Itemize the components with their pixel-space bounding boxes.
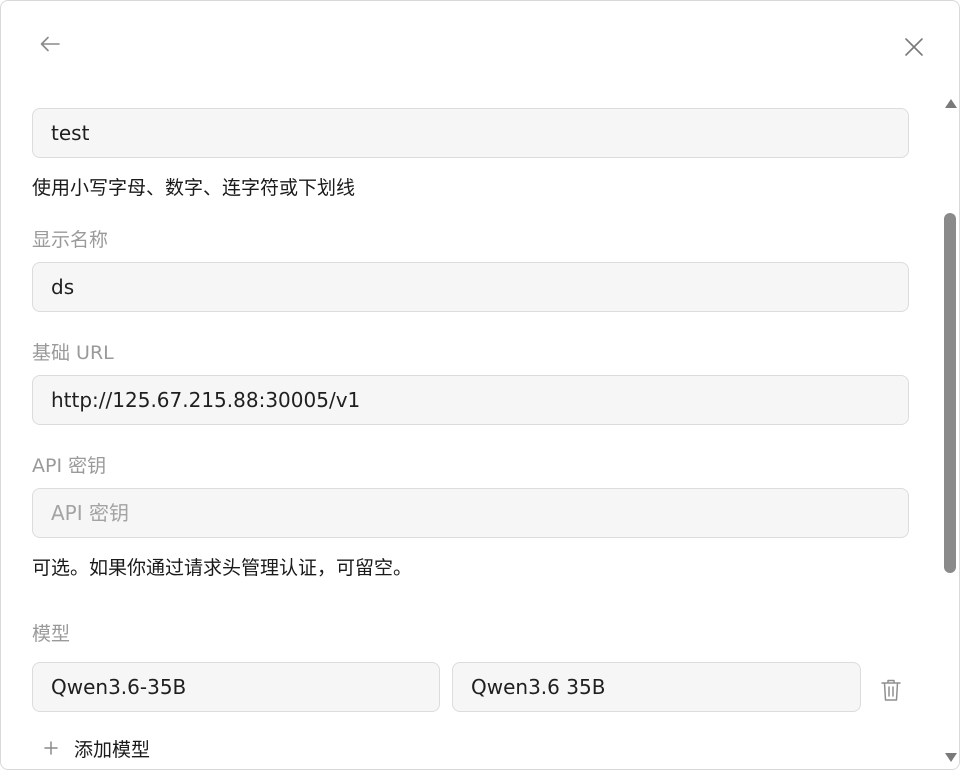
provider-id-hint: 使用小写字母、数字、连字符或下划线 — [32, 177, 356, 199]
scroll-thumb[interactable] — [944, 213, 956, 573]
plus-icon — [39, 736, 63, 760]
base-url-input[interactable] — [32, 375, 909, 425]
add-model-label: 添加模型 — [74, 738, 151, 761]
close-button[interactable] — [897, 30, 931, 64]
arrow-left-icon — [40, 36, 60, 52]
display-name-input[interactable] — [32, 262, 909, 312]
api-key-input[interactable] — [32, 488, 909, 538]
back-button[interactable] — [33, 28, 67, 60]
delete-model-button[interactable] — [875, 673, 907, 707]
models-label: 模型 — [32, 623, 71, 645]
add-model-button[interactable]: 添加模型 — [39, 733, 150, 763]
trash-icon — [881, 679, 901, 701]
api-key-label: API 密钥 — [32, 455, 107, 477]
close-icon — [905, 38, 923, 56]
scrollbar[interactable] — [941, 93, 959, 767]
api-key-hint: 可选。如果你通过请求头管理认证，可留空。 — [32, 557, 413, 579]
scroll-up-arrow-icon[interactable] — [945, 99, 957, 108]
provider-id-input[interactable] — [32, 108, 909, 158]
model-id-input[interactable] — [32, 662, 440, 712]
provider-edit-dialog: 使用小写字母、数字、连字符或下划线 显示名称 基础 URL API 密钥 可选。… — [0, 0, 960, 770]
model-name-input[interactable] — [452, 662, 861, 712]
base-url-label: 基础 URL — [32, 342, 114, 364]
display-name-label: 显示名称 — [32, 229, 109, 251]
scroll-down-arrow-icon[interactable] — [945, 753, 957, 762]
